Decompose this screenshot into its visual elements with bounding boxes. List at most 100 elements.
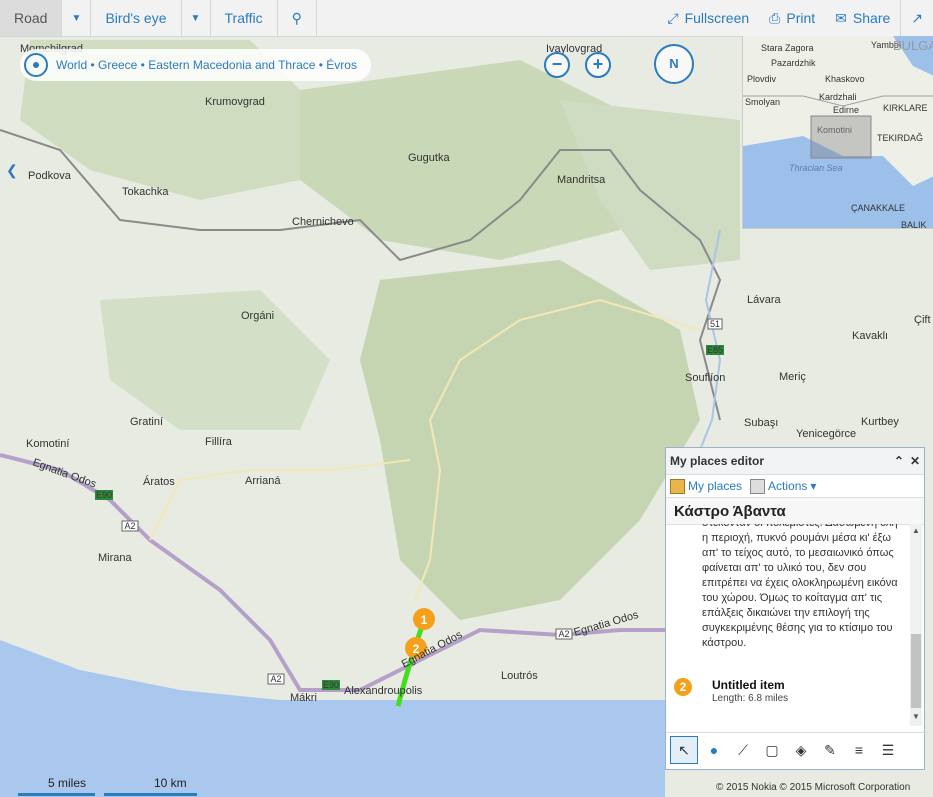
scale-miles: 5 miles — [48, 776, 87, 790]
road-dropdown-button[interactable]: ▼ — [61, 0, 92, 36]
traffic-button[interactable]: Traffic — [211, 0, 277, 36]
expand-button[interactable]: ↗ — [901, 0, 933, 36]
road-shield: A2 — [267, 673, 285, 685]
place-label: Podkova — [28, 170, 72, 182]
svg-text:E90: E90 — [323, 680, 339, 690]
minimap-label: ÇANAKKALE — [851, 203, 905, 213]
road-shield: E90 — [322, 680, 340, 690]
place-label: Mirana — [98, 552, 133, 564]
minimap-label: Stara Zagora — [761, 43, 814, 53]
polygon-icon: ▢ — [765, 741, 779, 758]
copyright-text: © 2015 Nokia © 2015 Microsoft Corporatio… — [716, 782, 911, 793]
share-label: Share — [852, 10, 891, 26]
person-pin-icon: ⚲ — [291, 9, 302, 26]
road-view-button[interactable]: Road — [0, 0, 62, 36]
tab-my-places-label: My places — [688, 479, 743, 493]
birds-eye-button[interactable]: Bird's eye — [91, 0, 180, 36]
place-label: Fillíra — [205, 436, 233, 448]
place-label: Meriç — [779, 371, 806, 383]
scale-line-miles — [18, 793, 95, 796]
panel-toolbar: ↖ ● ⟋ ▢ ◈ ✎ ≡ ☰ — [666, 732, 928, 767]
birds-eye-label: Bird's eye — [105, 10, 167, 26]
place-name[interactable]: Κάστρο Άβαντα — [666, 498, 924, 525]
scroll-up-icon[interactable]: ▲ — [912, 526, 920, 535]
line-color-tool-button[interactable]: ✎ — [817, 737, 843, 763]
item-title: Untitled item — [712, 678, 785, 692]
minimap-label: Khaskovo — [825, 74, 865, 84]
svg-text:51: 51 — [710, 319, 720, 329]
svg-text:E90: E90 — [96, 490, 112, 500]
place-label: Arrianá — [245, 475, 281, 487]
place-label: Gugutka — [408, 152, 450, 164]
map-toolbar: Road ▼ Bird's eye ▼ Traffic ⚲ ⤢ Fullscree… — [0, 0, 933, 37]
place-label: Mandritsa — [557, 174, 606, 186]
scroll-down-icon[interactable]: ▼ — [912, 712, 920, 721]
print-label: Print — [786, 10, 816, 26]
plus-icon: + — [592, 54, 604, 74]
toolbar-divider — [315, 0, 317, 36]
share-button[interactable]: ✉ Share — [825, 0, 900, 36]
birds-eye-dropdown-button[interactable]: ▼ — [180, 0, 211, 36]
fullscreen-label: Fullscreen — [684, 10, 750, 26]
cursor-icon: ↖ — [678, 741, 690, 758]
print-button[interactable]: ⎙ Print — [759, 0, 825, 36]
svg-text:E85: E85 — [707, 345, 723, 355]
select-tool-button[interactable]: ↖ — [670, 736, 698, 764]
fullscreen-button[interactable]: ⤢ Fullscreen — [657, 0, 759, 36]
tab-my-places[interactable]: My places — [670, 478, 743, 494]
polyline-tool-button[interactable]: ⟋ — [730, 737, 756, 763]
minimap-label: Pazardzhik — [771, 58, 816, 68]
close-icon[interactable]: ✕ — [910, 454, 920, 468]
polygon-tool-button[interactable]: ▢ — [759, 737, 785, 763]
place-label: Loutrós — [501, 670, 538, 682]
line-width-tool-button[interactable]: ≡ — [846, 737, 872, 763]
minimap-label: BALIK — [901, 220, 927, 228]
scale-line-km — [104, 793, 197, 796]
my-places-editor-panel: My places editor ⌃ ✕ My places Actions ▾ … — [665, 447, 928, 770]
minimap-viewport[interactable] — [810, 115, 872, 159]
minimap-label: Edirne — [833, 105, 859, 115]
fill-color-tool-button[interactable]: ◈ — [788, 737, 814, 763]
zoom-out-button[interactable]: − — [544, 52, 570, 78]
pushpin-tool-button[interactable]: ● — [701, 737, 727, 763]
scroll-thumb[interactable] — [911, 634, 921, 708]
line-style-icon: ☰ — [881, 741, 895, 758]
place-label: Chernichevo — [292, 216, 354, 228]
route-pin-1-label: 1 — [421, 613, 428, 627]
overview-minimap[interactable]: Stara Zagora Yambol BULGAR Pazardzhik Pl… — [742, 36, 933, 229]
scale-km: 10 km — [154, 776, 187, 790]
place-label: Komotiní — [26, 438, 69, 450]
edit-icon — [750, 478, 766, 494]
compass-control[interactable]: N — [654, 44, 694, 84]
collapse-icon[interactable]: ⌃ — [894, 454, 904, 468]
line-style-tool-button[interactable]: ☰ — [875, 737, 901, 763]
road-label: Road — [14, 10, 48, 26]
panel-header: My places editor ⌃ ✕ — [666, 448, 924, 475]
place-label: Souflíon — [685, 372, 725, 384]
folder-icon — [670, 478, 685, 494]
minimap-label: BULGAR — [893, 38, 933, 53]
collapse-left-icon[interactable]: ❮ — [6, 162, 26, 186]
streetside-button[interactable]: ⚲ — [278, 0, 316, 36]
compass-north-label: N — [669, 56, 679, 71]
road-shield: 51 — [707, 318, 723, 330]
printer-icon: ⎙ — [769, 9, 781, 26]
road-shield: E90 — [95, 490, 113, 500]
panel-tabs: My places Actions ▾ — [666, 475, 924, 498]
place-label: Çift — [914, 314, 931, 326]
place-label: Mákri — [290, 692, 317, 704]
envelope-icon: ✉ — [835, 9, 847, 26]
panel-list: στεκόνταν οι πολεμιστές. Δασωμένη όλη η … — [666, 524, 910, 726]
zoom-in-button[interactable]: + — [585, 52, 611, 78]
locate-me-icon[interactable] — [24, 53, 48, 77]
place-label: Yenicegörce — [796, 428, 856, 440]
pencil-icon: ✎ — [824, 741, 836, 758]
place-label: Tokachka — [122, 186, 169, 198]
chevron-down-icon: ▾ — [810, 479, 817, 493]
paint-bucket-icon: ◈ — [795, 741, 807, 758]
breadcrumb-text[interactable]: World • Greece • Eastern Macedonia and T… — [56, 58, 357, 72]
tab-actions[interactable]: Actions ▾ — [750, 478, 817, 494]
minus-icon: − — [551, 54, 563, 74]
panel-scrollbar[interactable]: ▲ ▼ — [910, 524, 922, 726]
panel-header-buttons: ⌃ ✕ — [894, 454, 920, 468]
